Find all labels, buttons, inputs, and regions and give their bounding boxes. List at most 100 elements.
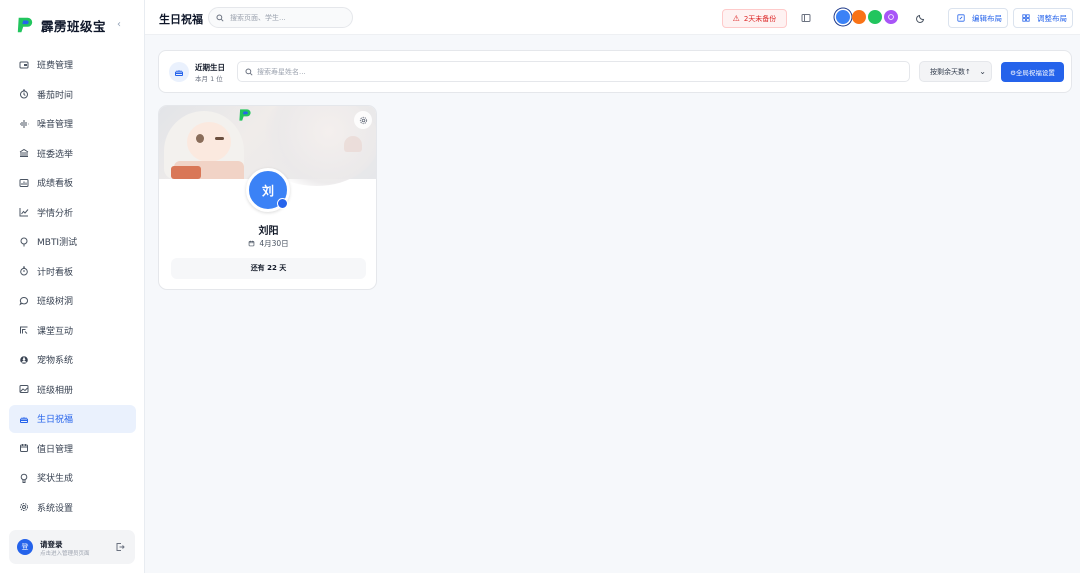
theme-swatch-purple[interactable] [884, 10, 898, 24]
adjust-layout-button[interactable]: 调整布局 [1013, 8, 1073, 28]
sidebar-item-classroom[interactable]: 课堂互动 [9, 317, 136, 345]
cake-icon [19, 414, 29, 424]
birthday-card[interactable]: 刘 刘阳 4月30日 还有 22 天 [158, 105, 377, 290]
board-icon [19, 178, 29, 188]
ballot-icon [19, 148, 29, 158]
sidebar-item-label: 番茄时间 [37, 90, 74, 101]
birthday-search-placeholder: 搜索寿星姓名... [257, 68, 306, 76]
student-name: 刘阳 [258, 226, 279, 237]
sidebar-item-label: 班费管理 [37, 61, 74, 72]
stopwatch-icon [19, 266, 29, 276]
sidebar-nav: 班费管理 番茄时间 噪音管理 班委选举 成绩看板 学情分析 MBTI测试 计时看… [9, 51, 136, 523]
sidebar-item-pets[interactable]: 宠物系统 [9, 346, 136, 374]
login-panel[interactable]: 登 请登录 点击进入管理员页面 [9, 530, 135, 564]
days-remaining-badge: 还有 22 天 [171, 258, 366, 279]
paw-icon [19, 355, 29, 365]
gear-icon [359, 116, 367, 124]
sidebar-item-analysis[interactable]: 学情分析 [9, 199, 136, 227]
sidebar-item-birthday[interactable]: 生日祝福 [9, 405, 136, 433]
logout-icon[interactable] [115, 542, 125, 552]
sidebar-item-label: 班级树洞 [37, 297, 74, 308]
sidebar-item-label: 奖状生成 [37, 474, 74, 485]
theme-swatch-green[interactable] [868, 10, 882, 24]
chevron-down-icon: ⌄ [979, 67, 986, 76]
sidebar-item-label: 课堂互动 [37, 326, 74, 337]
sidebar: 霹雳班级宝 ‹ 班费管理 番茄时间 噪音管理 班委选举 成绩看板 学情分析 MB… [0, 0, 145, 573]
page-title: 生日祝福 [159, 13, 203, 26]
sidebar-item-noise[interactable]: 噪音管理 [9, 110, 136, 138]
login-subtitle: 点击进入管理员页面 [40, 551, 90, 557]
sidebar-item-label: 生日祝福 [37, 415, 74, 426]
sidebar-toggle-icon[interactable] [801, 13, 811, 23]
sidebar-item-label: 宠物系统 [37, 356, 74, 367]
sidebar-item-class-fund[interactable]: 班费管理 [9, 51, 136, 79]
interact-icon [19, 325, 29, 335]
palette-icon [888, 14, 894, 20]
sidebar-item-label: 计时看板 [37, 267, 74, 278]
verified-icon [277, 198, 288, 209]
chevron-left-icon[interactable]: ‹ [117, 19, 121, 30]
trend-icon [19, 207, 29, 217]
calendar-icon [249, 240, 255, 247]
search-input[interactable]: 搜索页面、学生... [208, 7, 353, 28]
calendar-icon [19, 443, 29, 453]
search-placeholder: 搜索页面、学生... [230, 14, 286, 22]
theme-swatch-orange[interactable] [852, 10, 866, 24]
logo-icon [239, 109, 251, 121]
wallet-icon [19, 60, 29, 70]
backup-warning-badge[interactable]: ⚠ 2天未备份 [722, 9, 787, 28]
sidebar-item-election[interactable]: 班委选举 [9, 140, 136, 168]
birthday-search-input[interactable]: 搜索寿星姓名... [237, 61, 910, 82]
chat-icon [19, 296, 29, 306]
birthday-date: 4月30日 [159, 238, 376, 249]
sidebar-item-mbti[interactable]: MBTI测试 [9, 228, 136, 256]
moon-icon[interactable] [916, 13, 926, 23]
upcoming-birthdays-count: 本月 1 位 [195, 75, 223, 83]
edit-layout-button[interactable]: 编辑布局 [948, 8, 1008, 28]
gear-icon [19, 502, 29, 512]
search-icon [245, 68, 253, 76]
grid-icon [1022, 14, 1030, 22]
sidebar-item-label: 班委选举 [37, 149, 74, 160]
sidebar-item-label: 值日管理 [37, 444, 74, 455]
backup-warning-text: 2天未备份 [743, 14, 777, 23]
top-bar: 生日祝福 搜索页面、学生... ⚠ 2天未备份 编辑布局 调整布局 [145, 0, 1080, 35]
warning-icon: ⚠ [732, 14, 740, 23]
sidebar-item-settings[interactable]: 系统设置 [9, 494, 136, 522]
sidebar-item-label: 成绩看板 [37, 179, 74, 190]
sidebar-item-scores[interactable]: 成绩看板 [9, 169, 136, 197]
image-icon [19, 384, 29, 394]
cake-icon [169, 62, 189, 82]
theme-color-picker [836, 10, 900, 26]
sidebar-item-treehole[interactable]: 班级树洞 [9, 287, 136, 315]
award-icon [19, 473, 29, 483]
search-icon [216, 14, 224, 22]
logo-icon [17, 17, 33, 33]
card-settings-button[interactable] [354, 111, 372, 129]
sidebar-item-album[interactable]: 班级相册 [9, 376, 136, 404]
sidebar-item-label: MBTI测试 [37, 238, 78, 249]
sidebar-item-label: 系统设置 [37, 503, 74, 514]
timer-icon [19, 89, 29, 99]
edit-layout-label: 编辑布局 [972, 13, 1002, 23]
global-birthday-settings-button[interactable]: ⚙全局祝福设置 [1001, 62, 1064, 82]
sidebar-item-timer-board[interactable]: 计时看板 [9, 258, 136, 286]
avatar: 登 [17, 539, 33, 555]
app-logo[interactable]: 霹雳班级宝 [16, 14, 106, 36]
sidebar-item-award[interactable]: 奖状生成 [9, 464, 136, 492]
birthday-date-text: 4月30日 [259, 239, 289, 248]
upcoming-birthdays-title: 近期生日 [195, 63, 225, 72]
theme-swatch-blue[interactable] [836, 10, 850, 24]
compass-icon [19, 237, 29, 247]
sidebar-item-label: 学情分析 [37, 208, 74, 219]
sidebar-item-duty[interactable]: 值日管理 [9, 435, 136, 463]
adjust-layout-label: 调整布局 [1037, 13, 1067, 23]
sidebar-item-label: 班级相册 [37, 385, 74, 396]
app-name: 霹雳班级宝 [41, 18, 107, 34]
waveform-icon [19, 119, 29, 129]
edit-icon [957, 14, 965, 22]
sidebar-item-label: 噪音管理 [37, 120, 74, 131]
sort-select-value: 按剩余天数↑ [930, 68, 971, 76]
sort-select[interactable]: 按剩余天数↑ ⌄ [919, 61, 992, 82]
sidebar-item-pomodoro[interactable]: 番茄时间 [9, 81, 136, 109]
